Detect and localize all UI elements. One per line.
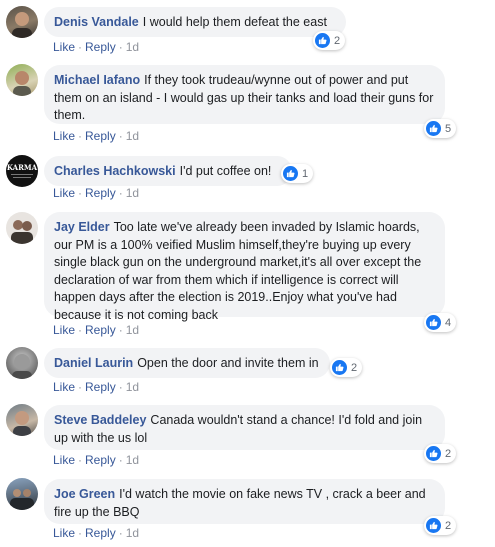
timestamp[interactable]: 1d [126, 453, 139, 467]
timestamp[interactable]: 1d [126, 129, 139, 143]
reply-link[interactable]: Reply [85, 453, 116, 467]
reaction-count: 2 [445, 447, 452, 460]
reply-link[interactable]: Reply [85, 186, 116, 200]
separator: · [118, 453, 123, 467]
comment-author[interactable]: Denis Vandale [54, 15, 139, 29]
comment-author[interactable]: Jay Elder [54, 220, 110, 234]
comment-text: I would help them defeat the east [142, 15, 327, 29]
avatar[interactable] [6, 64, 38, 96]
separator: · [118, 40, 123, 54]
comment-bubble: Jay Elder Too late we've already been inv… [44, 212, 445, 322]
reaction-count-badge[interactable]: 2 [424, 444, 457, 463]
timestamp[interactable]: 1d [126, 186, 139, 200]
comment-bubble: Steve Baddeley Canada wouldn't stand a ch… [44, 405, 445, 450]
separator: · [78, 526, 83, 540]
reply-link[interactable]: Reply [85, 526, 116, 540]
separator: · [118, 526, 123, 540]
comment-actions: Like · Reply · 1d [53, 526, 139, 540]
separator: · [78, 323, 83, 337]
reaction-count: 2 [445, 519, 452, 532]
comment-actions: Like · Reply · 1d [53, 453, 139, 467]
comment-actions: Like · Reply · 1d [53, 40, 139, 54]
comment-actions: Like · Reply · 1d [53, 129, 139, 143]
reaction-count-badge[interactable]: 2 [313, 31, 346, 50]
avatar[interactable]: KARMA [6, 155, 38, 187]
comment-bubble: Charles Hachkowski I'd put coffee on! [44, 156, 292, 186]
user-avatar-icon [10, 489, 34, 510]
comment-author[interactable]: Joe Green [54, 487, 115, 501]
avatar[interactable] [6, 478, 38, 510]
thumbs-up-icon [426, 315, 441, 330]
separator: · [118, 380, 123, 394]
comment-author[interactable]: Daniel Laurin [54, 356, 133, 370]
reaction-count-badge[interactable]: 2 [330, 358, 363, 377]
user-avatar-icon [11, 220, 33, 244]
timestamp[interactable]: 1d [126, 526, 139, 540]
separator: · [78, 129, 83, 143]
timestamp[interactable]: 1d [126, 323, 139, 337]
comment-actions: Like · Reply · 1d [53, 323, 139, 337]
reply-link[interactable]: Reply [85, 129, 116, 143]
like-link[interactable]: Like [53, 40, 75, 54]
reaction-count: 2 [351, 361, 358, 374]
separator: · [78, 380, 83, 394]
like-link[interactable]: Like [53, 453, 75, 467]
comment-author[interactable]: Michael Iafano [54, 73, 140, 87]
user-avatar-icon [13, 411, 31, 436]
separator: · [78, 453, 83, 467]
reaction-count-badge[interactable]: 5 [424, 119, 457, 138]
comment-actions: Like · Reply · 1d [53, 186, 139, 200]
reply-link[interactable]: Reply [85, 380, 116, 394]
separator: · [118, 186, 123, 200]
separator: · [78, 40, 83, 54]
user-avatar-icon [12, 12, 32, 38]
user-avatar-icon [12, 354, 32, 379]
comment-bubble: Michael Iafano If they took trudeau/wynne… [44, 65, 445, 124]
reply-link[interactable]: Reply [85, 40, 116, 54]
timestamp[interactable]: 1d [126, 380, 139, 394]
thumbs-up-icon [426, 121, 441, 136]
comment-bubble: Joe Green I'd watch the movie on fake new… [44, 479, 445, 524]
like-link[interactable]: Like [53, 323, 75, 337]
thumbs-up-icon [426, 446, 441, 461]
comment-author[interactable]: Steve Baddeley [54, 413, 146, 427]
comment-author[interactable]: Charles Hachkowski [54, 164, 176, 178]
like-link[interactable]: Like [53, 380, 75, 394]
comment-text: Open the door and invite them in [137, 356, 319, 370]
reaction-count-badge[interactable]: 4 [424, 313, 457, 332]
avatar[interactable] [6, 6, 38, 38]
comment-bubble: Denis Vandale I would help them defeat th… [44, 7, 346, 37]
thumbs-up-icon [332, 360, 347, 375]
comment-bubble: Daniel Laurin Open the door and invite th… [44, 348, 330, 378]
thumbs-up-icon [426, 518, 441, 533]
reaction-count: 5 [445, 122, 452, 135]
timestamp[interactable]: 1d [126, 40, 139, 54]
reaction-count-badge[interactable]: 1 [281, 164, 314, 183]
user-avatar-icon [13, 71, 31, 96]
comment-actions: Like · Reply · 1d [53, 380, 139, 394]
like-link[interactable]: Like [53, 129, 75, 143]
like-link[interactable]: Like [53, 526, 75, 540]
separator: · [118, 129, 123, 143]
separator: · [118, 323, 123, 337]
thumbs-up-icon [283, 166, 298, 181]
reaction-count: 4 [445, 316, 452, 329]
comment-text: I'd put coffee on! [179, 164, 272, 178]
like-link[interactable]: Like [53, 186, 75, 200]
reaction-count: 1 [302, 167, 309, 180]
separator: · [78, 186, 83, 200]
avatar[interactable] [6, 404, 38, 436]
avatar[interactable] [6, 212, 38, 244]
thumbs-up-icon [315, 33, 330, 48]
reaction-count: 2 [334, 34, 341, 47]
reaction-count-badge[interactable]: 2 [424, 516, 457, 535]
avatar[interactable] [6, 347, 38, 379]
comment-text: Too late we've already been invaded by I… [54, 220, 422, 322]
reply-link[interactable]: Reply [85, 323, 116, 337]
